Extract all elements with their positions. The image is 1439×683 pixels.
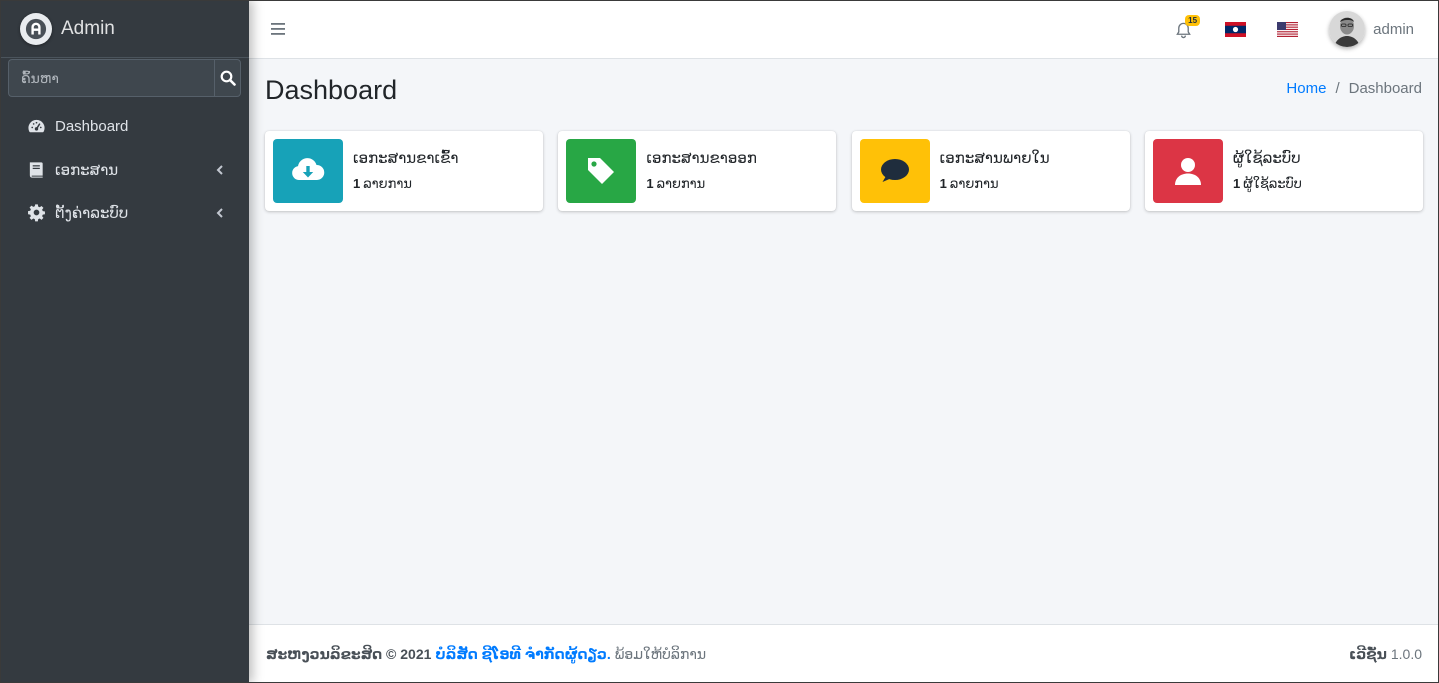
- avatar: [1329, 11, 1366, 47]
- footer-copyright: ສະຫງວນລິຂະສິດ © 2021: [266, 645, 432, 662]
- notifications-button[interactable]: 15: [1175, 15, 1201, 40]
- sidebar-item-label: Dashboard: [55, 118, 129, 135]
- search-icon: [220, 70, 236, 86]
- sidebar-search: [8, 59, 241, 97]
- info-card-outgoing[interactable]: ເອກະສານຂາອອກ 1 ລາຍການ: [558, 131, 837, 211]
- topbar: 15 admin: [249, 0, 1439, 59]
- chevron-left-icon: [216, 207, 223, 218]
- breadcrumb-separator: /: [1335, 80, 1340, 97]
- sidebar-item-label: ຕັ້ງຄ່າລະບົບ: [55, 204, 129, 222]
- lao-flag-icon[interactable]: [1225, 21, 1247, 37]
- user-name: admin: [1373, 20, 1414, 38]
- user-icon: [1174, 158, 1201, 185]
- card-icon-box: [566, 139, 637, 203]
- breadcrumb-home-link[interactable]: Home: [1286, 80, 1326, 97]
- info-cards: ເອກະສານຂາເຂົ້າ 1 ລາຍການ ເອກະສານຂາອອກ 1 ລາຍ…: [265, 131, 1423, 211]
- sidebar: Admin Dashboard ເອກະສານ ຕັ້ງຄ່າລະບົບ: [0, 0, 249, 683]
- footer-version: ເວີຊັ່ນ 1.0.0: [1349, 645, 1422, 662]
- card-count: 1 ລາຍການ: [939, 175, 999, 191]
- sidebar-item-label: ເອກະສານ: [55, 161, 119, 179]
- card-icon-box: [273, 139, 343, 203]
- sidebar-search-button[interactable]: [214, 59, 241, 97]
- breadcrumb: Home / Dashboard: [1286, 80, 1422, 97]
- tag-icon: [588, 158, 615, 184]
- page-title: Dashboard: [265, 75, 398, 105]
- sidebar-item-dashboard[interactable]: Dashboard: [8, 105, 241, 148]
- gear-icon: [26, 203, 46, 223]
- sidebar-item-settings[interactable]: ຕັ້ງຄ່າລະບົບ: [8, 191, 241, 234]
- info-card-users[interactable]: ຜູ້ໃຊ້ລະບົບ 1 ຜູ້ໃຊ້ລະບົບ: [1144, 131, 1423, 211]
- sidebar-search-input[interactable]: [8, 59, 214, 97]
- card-title: ເອກະສານຂາອອກ: [646, 149, 757, 167]
- footer: ສະຫງວນລິຂະສິດ © 2021 ບໍລິສັດ ຊີໂອທີ ຈໍາກ…: [249, 624, 1439, 683]
- card-icon-box: [1152, 139, 1223, 203]
- card-title: ຜູ້ໃຊ້ລະບົບ: [1232, 149, 1301, 167]
- us-flag-icon[interactable]: [1277, 21, 1299, 37]
- footer-company-link[interactable]: ບໍລິສັດ ຊີໂອທີ ຈໍາກັດຜູ້ດຽວ.: [435, 646, 610, 663]
- chevron-left-icon: [216, 164, 223, 175]
- breadcrumb-current: Dashboard: [1348, 80, 1422, 97]
- brand-logo-icon: [20, 12, 52, 45]
- card-count: 1 ລາຍການ: [646, 175, 706, 191]
- cloud-download-icon: [292, 158, 325, 180]
- user-menu[interactable]: admin: [1329, 11, 1414, 47]
- info-card-incoming[interactable]: ເອກະສານຂາເຂົ້າ 1 ລາຍການ: [265, 131, 543, 211]
- card-title: ເອກະສານຂາເຂົ້າ: [353, 149, 459, 167]
- topbar-right: 15 admin: [1175, 0, 1439, 58]
- brand-link[interactable]: Admin: [0, 0, 249, 58]
- hamburger-menu-icon[interactable]: [271, 21, 289, 37]
- card-title: ເອກະສານພາຍໃນ: [939, 149, 1050, 167]
- brand-name: Admin: [61, 17, 115, 39]
- info-card-internal[interactable]: ເອກະສານພາຍໃນ 1 ລາຍການ: [851, 131, 1130, 211]
- notification-badge: 15: [1185, 15, 1201, 26]
- book-icon: [26, 160, 46, 180]
- footer-tagline: ພ້ອມໃຫ້ບໍລິການ: [614, 645, 707, 662]
- tachometer-icon: [26, 117, 46, 137]
- main-content: Dashboard Home / Dashboard ເອກະສານຂາເຂົ້…: [249, 59, 1439, 625]
- comment-icon: [880, 159, 909, 182]
- card-count: 1 ລາຍການ: [353, 175, 412, 191]
- sidebar-nav: Dashboard ເອກະສານ ຕັ້ງຄ່າລະບົບ: [0, 105, 249, 234]
- sidebar-item-documents[interactable]: ເອກະສານ: [8, 148, 241, 191]
- card-count: 1 ຜູ້ໃຊ້ລະບົບ: [1232, 175, 1302, 191]
- card-icon-box: [859, 139, 930, 203]
